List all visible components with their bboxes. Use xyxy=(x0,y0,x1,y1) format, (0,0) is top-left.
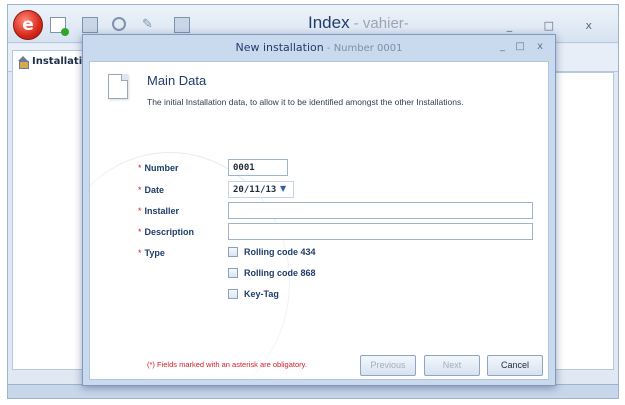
status-bar xyxy=(8,384,618,398)
type-option-key-tag[interactable]: Key-Tag xyxy=(228,289,279,299)
search-icon[interactable] xyxy=(112,17,126,31)
checkbox[interactable] xyxy=(228,247,238,257)
checkbox[interactable] xyxy=(228,289,238,299)
document-icon xyxy=(108,74,128,99)
dialog-title-text: New installation xyxy=(235,41,324,54)
number-label-text: Number xyxy=(144,163,179,173)
number-label: * Number xyxy=(138,163,179,173)
app-window-controls[interactable]: _ □ x xyxy=(507,19,606,32)
checkbox-label: Rolling code 868 xyxy=(244,268,316,278)
new-installation-dialog: New installation - Number 0001 _ □ x Mai… xyxy=(82,34,556,386)
dialog-title: New installation - Number 0001 xyxy=(83,41,555,54)
chevron-down-icon[interactable]: ▼ xyxy=(280,184,286,193)
dialog-body: Main Data The initial Installation data,… xyxy=(89,61,549,380)
installer-field[interactable] xyxy=(228,202,533,219)
required-marker: * xyxy=(138,185,142,195)
date-label-text: Date xyxy=(144,185,165,195)
section-description: The initial Installation data, to allow … xyxy=(147,97,464,107)
section-title: Main Data xyxy=(147,73,207,88)
type-option-rolling-434[interactable]: Rolling code 434 xyxy=(228,247,316,257)
edit-icon[interactable]: ✎ xyxy=(142,17,158,33)
save-icon[interactable] xyxy=(82,17,98,33)
description-label: * Description xyxy=(138,227,194,237)
type-label-text: Type xyxy=(144,248,165,258)
required-fields-note: (*) Fields marked with an asterisk are o… xyxy=(147,360,307,369)
installer-label-text: Installer xyxy=(144,206,180,216)
new-document-icon[interactable] xyxy=(50,17,69,36)
dialog-title-suffix: - Number 0001 xyxy=(323,43,403,54)
checkbox[interactable] xyxy=(228,268,238,278)
cancel-button[interactable]: Cancel xyxy=(487,355,543,376)
app-title-suffix: - vahier- xyxy=(349,15,409,32)
minimize-button[interactable]: _ xyxy=(500,41,505,52)
maximize-button[interactable]: □ xyxy=(516,41,525,52)
app-sidebar: Installation xyxy=(12,50,96,370)
app-menu-button[interactable]: e xyxy=(13,10,43,40)
required-marker: * xyxy=(138,206,142,216)
description-field[interactable] xyxy=(228,223,533,240)
next-button[interactable]: Next xyxy=(424,355,480,376)
required-marker: * xyxy=(138,248,142,258)
close-button[interactable]: x xyxy=(537,41,543,52)
app-title: Index - vahier- xyxy=(308,13,409,33)
required-marker: * xyxy=(138,163,142,173)
previous-button[interactable]: Previous xyxy=(360,355,416,376)
app-title-text: Index xyxy=(308,13,350,32)
required-marker: * xyxy=(138,227,142,237)
description-label-text: Description xyxy=(144,227,195,237)
checkbox-label: Rolling code 434 xyxy=(244,247,316,257)
installer-label: * Installer xyxy=(138,206,179,216)
checkbox-label: Key-Tag xyxy=(244,289,279,299)
home-icon xyxy=(17,56,29,69)
type-option-rolling-868[interactable]: Rolling code 868 xyxy=(228,268,316,278)
number-field[interactable] xyxy=(228,159,288,176)
dialog-titlebar: New installation - Number 0001 _ □ x xyxy=(83,35,555,61)
type-label: * Type xyxy=(138,248,165,258)
print-icon[interactable] xyxy=(174,17,190,33)
date-label: * Date xyxy=(138,185,164,195)
